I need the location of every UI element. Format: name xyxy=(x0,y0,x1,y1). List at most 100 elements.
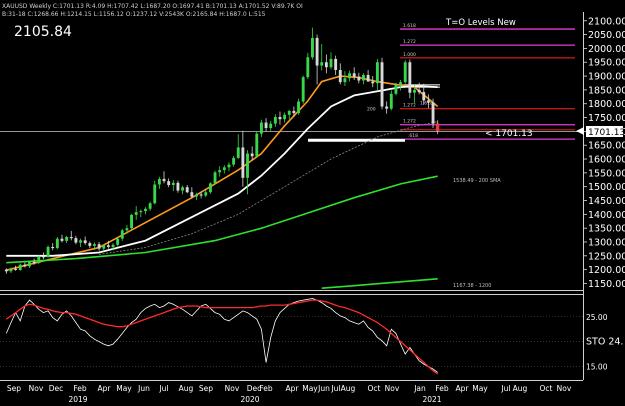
candle-body xyxy=(14,268,18,270)
candle-body xyxy=(60,238,64,241)
candle-body xyxy=(417,89,421,93)
candle-body xyxy=(250,153,254,157)
candle-body xyxy=(311,37,314,58)
candle-body xyxy=(357,76,361,81)
year-label: 2020 xyxy=(240,395,259,404)
level-label: 1.272 xyxy=(403,39,416,45)
level-label: 1.272 xyxy=(403,103,416,109)
time-tick-label: Sep xyxy=(7,384,21,393)
indicator-header: B:31-18 C:1268.66 H:1214.15 L:1156.12 O:… xyxy=(2,11,266,18)
candle-body xyxy=(97,244,101,249)
candle-body xyxy=(222,167,226,171)
candle-body xyxy=(185,187,189,193)
time-tick-label: May xyxy=(116,384,132,393)
candle-body xyxy=(106,245,110,247)
candle-body xyxy=(195,194,198,197)
candle-body xyxy=(371,81,375,84)
candle-body xyxy=(46,246,50,257)
year-label: 2019 xyxy=(68,395,87,404)
level-label: 1.000 xyxy=(403,52,416,58)
symbol-header: XAUUSD Weekly C:1701.13 R:4.09 H:1707.42… xyxy=(2,3,303,10)
candle-body xyxy=(23,264,27,267)
candle-body xyxy=(102,245,106,249)
candle-body xyxy=(394,84,398,94)
candle-body xyxy=(32,261,36,264)
time-tick-label: Jan xyxy=(413,384,426,393)
candle-body xyxy=(436,123,440,132)
candle-body xyxy=(157,178,161,185)
level-label: .618 xyxy=(408,133,418,139)
candle-body xyxy=(399,82,403,85)
candle-body xyxy=(111,244,115,247)
candle-body xyxy=(338,69,342,83)
candle-body xyxy=(366,74,370,82)
candle-body xyxy=(144,208,147,212)
candle-body xyxy=(204,192,208,196)
price-tick-label: 1450.00 xyxy=(588,196,625,207)
candle-body xyxy=(269,123,273,129)
time-tick-label: Jun xyxy=(317,384,330,393)
inline-label: 200 xyxy=(367,107,376,113)
candle-body xyxy=(426,100,430,103)
candle-body xyxy=(190,192,194,197)
time-tick-label: Aug xyxy=(179,384,194,393)
price-tick-label: 2000.00 xyxy=(588,44,625,55)
time-tick-label: Feb xyxy=(259,384,273,393)
candle-body xyxy=(148,203,152,209)
time-tick-label: Jul xyxy=(500,384,510,393)
price-chart: XAUUSD Weekly C:1701.13 R:4.09 H:1707.42… xyxy=(0,0,625,406)
time-tick-label: Nov xyxy=(385,384,400,393)
candle-body xyxy=(283,114,287,120)
candle-body xyxy=(362,74,365,81)
candle-body xyxy=(236,147,240,158)
chart-title: T=O Levels New xyxy=(445,18,516,28)
time-tick-label: Jul xyxy=(158,384,168,393)
chart-background xyxy=(0,0,625,406)
time-tick-label: Nov xyxy=(225,384,240,393)
candle-body xyxy=(116,238,120,245)
candle-body xyxy=(79,240,82,243)
candle-body xyxy=(306,57,310,78)
price-tick-label: 1850.00 xyxy=(588,85,625,96)
candle-body xyxy=(385,106,389,109)
candle-body xyxy=(139,211,143,213)
candle-body xyxy=(264,122,268,129)
sma200-label: 1538.49 - 200 SMA xyxy=(453,178,501,184)
candle-body xyxy=(348,73,351,79)
candle-body xyxy=(167,181,171,186)
candle-body xyxy=(297,101,300,114)
candle-body xyxy=(422,92,426,101)
candle-body xyxy=(241,147,245,178)
candle-body xyxy=(213,172,217,184)
candle-body xyxy=(120,230,124,239)
last-price-annotation: < 1701.13 xyxy=(485,129,533,139)
price-tick-label: 1750.00 xyxy=(588,113,625,124)
candle-body xyxy=(51,246,55,249)
candle-body xyxy=(41,256,45,258)
candle-body xyxy=(352,73,356,77)
candle-body xyxy=(134,212,138,215)
last-price-box-label: 1701.13 xyxy=(588,128,625,138)
osc-tick-label: 25.00 xyxy=(586,313,608,322)
time-tick-label: Jul xyxy=(330,384,340,393)
time-tick-label: Apr xyxy=(286,384,300,393)
price-tick-label: 1200.00 xyxy=(588,265,625,276)
time-tick-label: May xyxy=(302,384,318,393)
candle-body xyxy=(176,182,180,191)
candle-body xyxy=(28,261,31,267)
level-label: 1.272 xyxy=(403,119,416,125)
candle-body xyxy=(413,89,416,93)
candle-body xyxy=(83,240,87,244)
candle-body xyxy=(259,122,263,134)
candle-body xyxy=(171,182,175,186)
price-tick-label: 1300.00 xyxy=(588,237,625,248)
candle-body xyxy=(375,62,379,84)
osc-tick-label: 15.00 xyxy=(586,363,608,372)
year-label: 2021 xyxy=(422,395,441,404)
candle-body xyxy=(227,164,231,168)
price-tick-label: 1550.00 xyxy=(588,168,625,179)
candle-body xyxy=(208,183,212,193)
time-tick-label: Nov xyxy=(557,384,572,393)
candle-body xyxy=(389,93,393,109)
price-tick-label: 1950.00 xyxy=(588,58,625,69)
